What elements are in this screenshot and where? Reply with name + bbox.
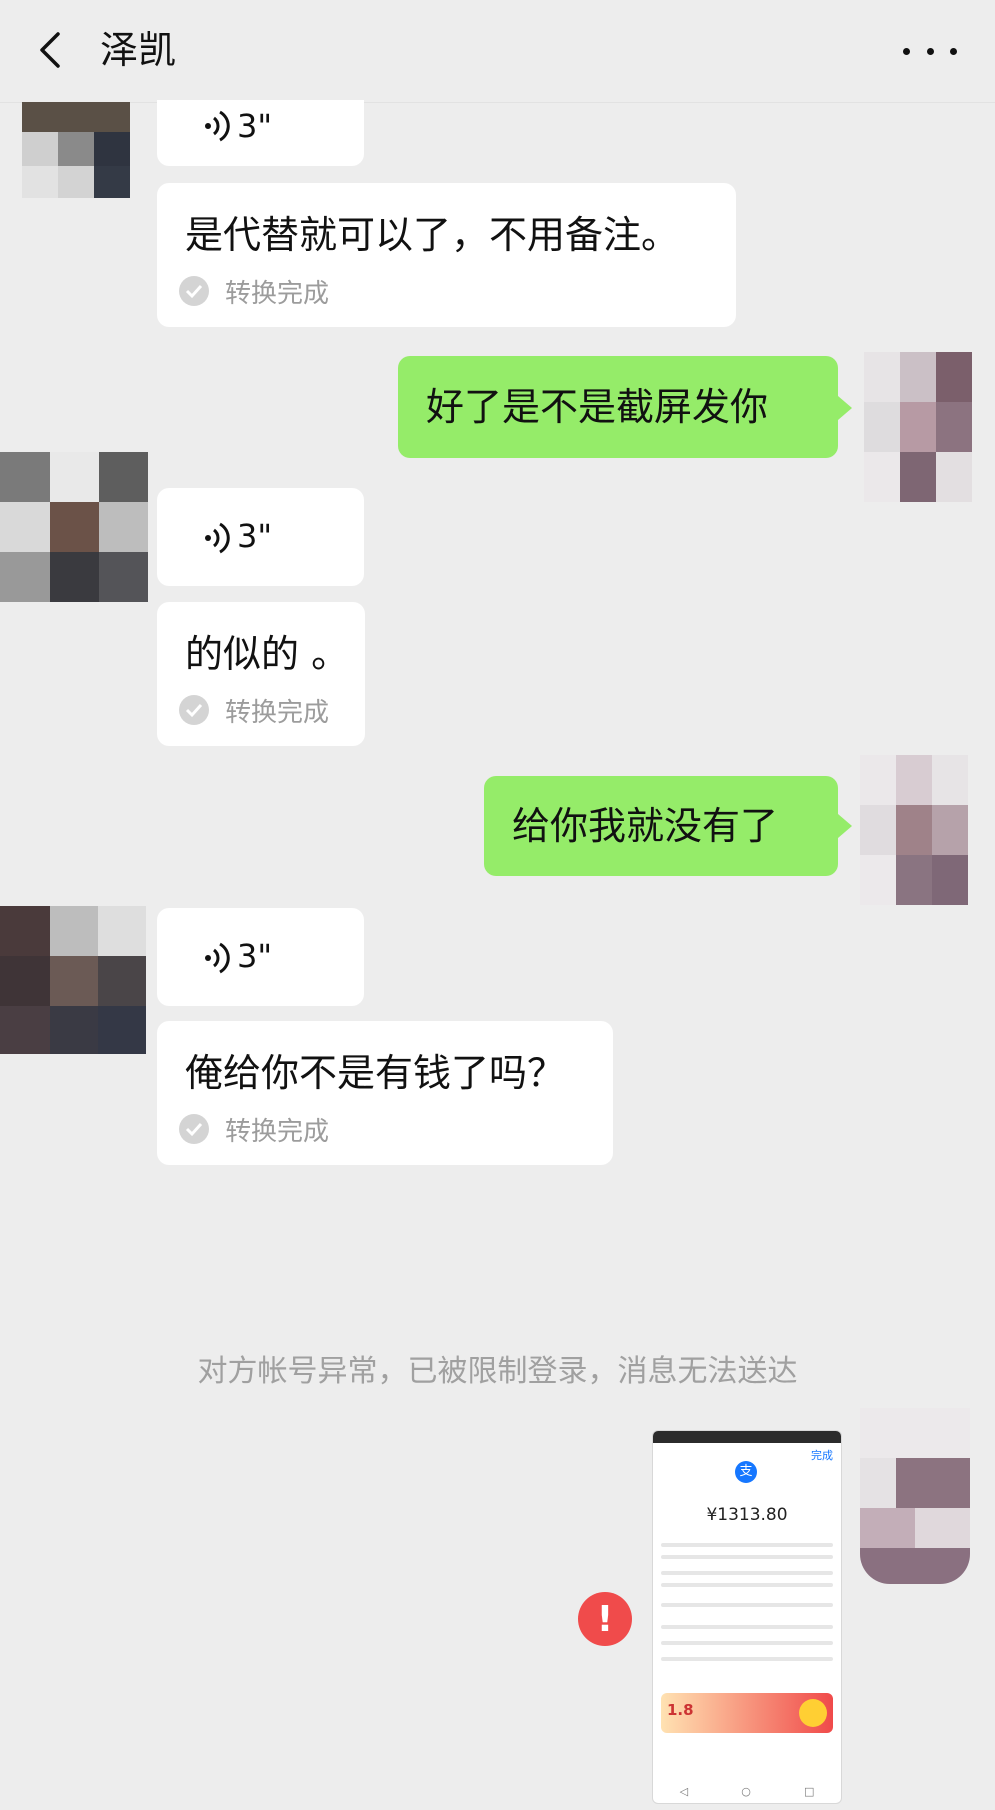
sent-message-bubble[interactable]: 给你我就没有了	[484, 776, 838, 876]
check-circle-icon	[179, 1114, 209, 1144]
nav-back-icon: ◁	[679, 1784, 689, 1798]
voice-to-text-bubble[interactable]: 俺给你不是有钱了吗？ 转换完成	[157, 1021, 613, 1165]
nav-home-icon: ○	[741, 1784, 751, 1798]
back-arrow-icon	[40, 32, 60, 68]
contact-avatar[interactable]	[22, 102, 130, 198]
my-avatar[interactable]	[860, 755, 968, 905]
voice-icon	[205, 110, 230, 142]
voice-duration: 3"	[237, 107, 273, 145]
bubble-tail	[838, 814, 852, 838]
sent-message-bubble[interactable]: 好了是不是截屏发你	[398, 356, 838, 458]
system-notice: 对方帐号异常，已被限制登录，消息无法送达	[197, 1354, 798, 1389]
voice-message[interactable]: 3"	[157, 100, 364, 166]
error-icon[interactable]: !	[578, 1592, 632, 1646]
my-avatar[interactable]	[864, 352, 972, 502]
more-button[interactable]	[903, 36, 957, 66]
banner-value: 1.8	[667, 1701, 694, 1719]
voice-to-text-bubble[interactable]: 是代替就可以了，不用备注。 转换完成	[157, 183, 736, 327]
bubble-tail	[838, 396, 852, 420]
contact-avatar[interactable]	[0, 906, 146, 1054]
image-amount: ¥1313.80	[706, 1505, 788, 1525]
conversion-label: 转换完成	[225, 697, 330, 728]
image-message[interactable]: 完成 支 ¥1313.80 1.8 ◁ ○ □	[652, 1430, 842, 1804]
back-button[interactable]	[30, 22, 70, 78]
coin-icon	[799, 1699, 827, 1727]
voice-message[interactable]: 3"	[157, 908, 364, 1006]
nav-recent-icon: □	[804, 1784, 815, 1798]
conversion-status: 转换完成	[179, 1111, 329, 1147]
android-nav-bar: ◁ ○ □	[653, 1779, 841, 1803]
conversion-status: 转换完成	[179, 273, 329, 309]
voice-duration: 3"	[237, 517, 273, 555]
message-text: 的似的 。	[185, 632, 350, 676]
conversion-label: 转换完成	[225, 1116, 330, 1147]
message-text: 给你我就没有了	[512, 804, 779, 848]
conversion-status: 转换完成	[179, 692, 329, 728]
voice-duration: 3"	[237, 937, 273, 975]
check-circle-icon	[179, 695, 209, 725]
message-text: 是代替就可以了，不用备注。	[185, 213, 680, 257]
message-text: 俺给你不是有钱了吗？	[185, 1051, 566, 1095]
voice-icon	[205, 522, 230, 554]
chat-header: 泽凯	[0, 0, 995, 103]
voice-icon	[205, 942, 230, 974]
alipay-icon: 支	[735, 1461, 757, 1483]
my-avatar[interactable]	[860, 1408, 970, 1584]
chat-title: 泽凯	[100, 28, 177, 72]
image-done-label: 完成	[811, 1449, 833, 1462]
more-icon	[903, 47, 910, 55]
voice-message[interactable]: 3"	[157, 488, 364, 586]
contact-avatar[interactable]	[0, 452, 148, 602]
voice-to-text-bubble[interactable]: 的似的 。 转换完成	[157, 602, 365, 746]
check-circle-icon	[179, 276, 209, 306]
message-text: 好了是不是截屏发你	[426, 385, 769, 429]
conversion-label: 转换完成	[225, 278, 330, 309]
